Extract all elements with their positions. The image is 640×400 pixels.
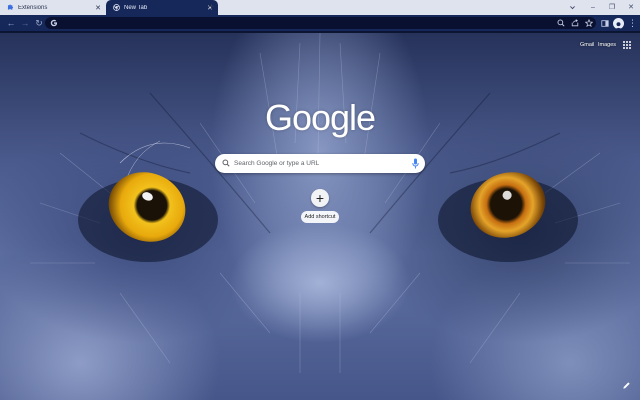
star-icon[interactable] (585, 19, 593, 27)
tab-new-tab[interactable]: New Tab ✕ (106, 0, 218, 15)
google-g-icon (50, 19, 58, 27)
minimize-button[interactable]: – (584, 0, 602, 15)
forward-button[interactable]: → (19, 17, 31, 29)
address-input[interactable] (61, 17, 531, 29)
tab-strip: Extensions ✕ New Tab ✕ + – ❐ ✕ (0, 0, 640, 15)
apps-grid-icon[interactable] (623, 41, 631, 49)
chrome-icon (113, 4, 120, 11)
puzzle-icon (7, 4, 14, 10)
tab-title: New Tab (124, 4, 148, 11)
pencil-icon[interactable] (622, 381, 631, 390)
maximize-button[interactable]: ❐ (603, 0, 621, 15)
new-tab-button[interactable]: + (206, 2, 217, 13)
mic-icon[interactable] (412, 158, 419, 169)
tab-extensions[interactable]: Extensions ✕ (0, 0, 106, 15)
images-link[interactable]: Images (598, 42, 616, 50)
address-bar[interactable] (45, 17, 596, 29)
search-icon (222, 159, 230, 167)
gmail-link[interactable]: Gmail (580, 42, 594, 50)
side-panel-icon[interactable] (601, 19, 609, 28)
google-logo: Google (264, 97, 376, 138)
zoom-icon[interactable] (557, 19, 565, 27)
add-shortcut-button[interactable]: + (311, 189, 329, 207)
chevron-down-icon[interactable] (563, 0, 581, 15)
browser-toolbar: ← → ↻ ⋮ (0, 15, 640, 32)
new-tab-page: Gmail Images Google + Add shortcut (0, 33, 640, 400)
search-box[interactable] (215, 154, 425, 173)
close-tab-icon[interactable]: ✕ (93, 4, 103, 12)
reload-button[interactable]: ↻ (33, 17, 45, 29)
search-input[interactable] (234, 154, 404, 173)
add-shortcut-label[interactable]: Add shortcut (301, 211, 339, 223)
share-icon[interactable] (571, 19, 579, 27)
tab-title: Extensions (18, 4, 48, 11)
close-window-button[interactable]: ✕ (622, 0, 640, 15)
profile-icon[interactable] (613, 18, 624, 29)
menu-button[interactable]: ⋮ (628, 17, 637, 30)
back-button[interactable]: ← (5, 17, 17, 29)
